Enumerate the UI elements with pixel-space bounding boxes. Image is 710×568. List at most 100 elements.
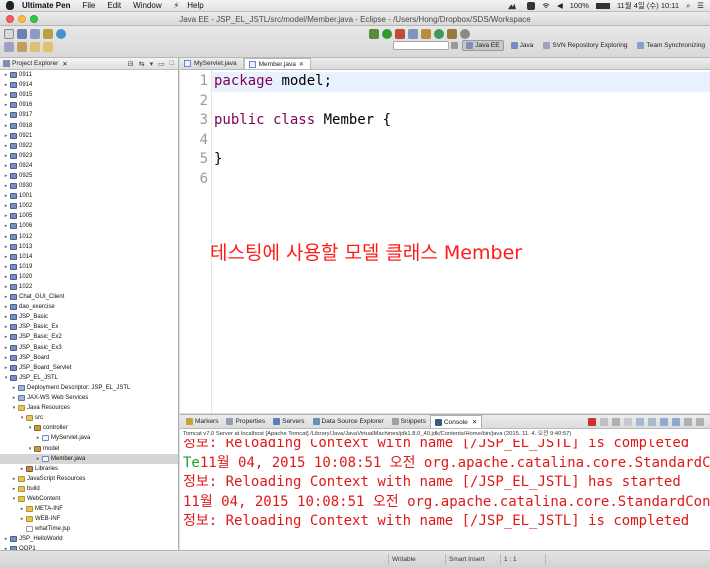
menu-file[interactable]: File bbox=[82, 1, 95, 10]
code-line[interactable]: package model; bbox=[214, 73, 332, 89]
tree-item[interactable]: ▸ Chat_GUI_Client bbox=[0, 292, 178, 302]
open-perspective-icon[interactable] bbox=[451, 42, 459, 49]
tree-item[interactable]: ▸ 0921 bbox=[0, 131, 178, 141]
expanded-arrow-icon[interactable]: ▾ bbox=[11, 496, 17, 502]
tree-item[interactable]: ▸ 0916 bbox=[0, 100, 178, 110]
collapsed-arrow-icon[interactable]: ▸ bbox=[3, 173, 9, 179]
volume-icon[interactable]: ◀ bbox=[557, 1, 563, 10]
tree-item[interactable]: ▸ 0915 bbox=[0, 90, 178, 100]
window-title-bar[interactable]: Java EE - JSP_EL_JSTL/src/model/Member.j… bbox=[0, 12, 710, 26]
tree-item[interactable]: ▸ Libraries bbox=[0, 464, 178, 474]
collapsed-arrow-icon[interactable]: ▸ bbox=[3, 153, 9, 159]
collapsed-arrow-icon[interactable]: ▸ bbox=[19, 506, 25, 512]
collapsed-arrow-icon[interactable]: ▸ bbox=[3, 72, 9, 78]
collapsed-arrow-icon[interactable]: ▸ bbox=[3, 284, 9, 290]
collapsed-arrow-icon[interactable]: ▸ bbox=[35, 456, 41, 462]
tree-item[interactable]: ▸ 1022 bbox=[0, 282, 178, 292]
tree-item[interactable]: ▸ JavaScript Resources bbox=[0, 474, 178, 484]
link-with-editor-icon[interactable]: ⇆ bbox=[139, 60, 145, 68]
code-line[interactable]: } bbox=[214, 151, 222, 167]
tab-properties[interactable]: Properties bbox=[222, 415, 269, 428]
tab-member-java[interactable]: Member.java ✕ bbox=[243, 58, 311, 69]
minimize-icon[interactable] bbox=[684, 417, 692, 426]
tree-item[interactable]: ▸ MyServlet.java bbox=[0, 433, 178, 443]
collapsed-arrow-icon[interactable]: ▸ bbox=[3, 234, 9, 240]
collapsed-arrow-icon[interactable]: ▸ bbox=[3, 345, 9, 351]
perspective-java[interactable]: Java bbox=[508, 41, 537, 50]
collapsed-arrow-icon[interactable]: ▸ bbox=[3, 112, 9, 118]
tree-item[interactable]: ▸ Deployment Descriptor: JSP_EL_JSTL bbox=[0, 383, 178, 393]
mountain-icon[interactable] bbox=[504, 2, 520, 10]
close-icon[interactable]: ✕ bbox=[299, 61, 304, 68]
back-icon[interactable] bbox=[30, 42, 40, 52]
tab-servers[interactable]: Servers bbox=[269, 415, 308, 428]
collapsed-arrow-icon[interactable]: ▸ bbox=[11, 476, 17, 482]
save-icon[interactable] bbox=[17, 29, 27, 39]
remove-all-icon[interactable] bbox=[612, 417, 620, 426]
project-explorer-tab[interactable]: Project Explorer ✕ bbox=[3, 60, 68, 68]
new-java-project-icon[interactable] bbox=[408, 29, 418, 39]
maximize-icon[interactable]: □ bbox=[170, 60, 174, 68]
tree-item[interactable]: ▸ JSP_Basic_Ex2 bbox=[0, 332, 178, 342]
tree-item[interactable]: ▸ JSP_Board bbox=[0, 353, 178, 363]
close-icon[interactable]: ✕ bbox=[62, 60, 67, 68]
collapsed-arrow-icon[interactable]: ▸ bbox=[3, 183, 9, 189]
forward-icon[interactable] bbox=[43, 42, 53, 52]
collapsed-arrow-icon[interactable]: ▸ bbox=[3, 304, 9, 310]
tree-item[interactable]: ▸ WEB-INF bbox=[0, 514, 178, 524]
menu-app-name[interactable]: Ultimate Pen bbox=[22, 1, 70, 10]
tab-markers[interactable]: Markers bbox=[182, 415, 222, 428]
collapsed-arrow-icon[interactable]: ▸ bbox=[3, 365, 9, 371]
collapsed-arrow-icon[interactable]: ▸ bbox=[3, 203, 9, 209]
collapsed-arrow-icon[interactable]: ▸ bbox=[3, 102, 9, 108]
tree-item[interactable]: ▸ 1005 bbox=[0, 211, 178, 221]
battery-icon[interactable] bbox=[595, 2, 610, 9]
collapsed-arrow-icon[interactable]: ▸ bbox=[3, 264, 9, 270]
tree-item[interactable]: ▸ 0924 bbox=[0, 161, 178, 171]
collapsed-arrow-icon[interactable]: ▸ bbox=[3, 223, 9, 229]
open-type-icon[interactable] bbox=[447, 29, 457, 39]
display-console-icon[interactable] bbox=[660, 417, 668, 426]
collapsed-arrow-icon[interactable]: ▸ bbox=[19, 516, 25, 522]
new-package-icon[interactable] bbox=[421, 29, 431, 39]
expanded-arrow-icon[interactable]: ▾ bbox=[3, 375, 9, 381]
tree-item[interactable]: ▸ 1001 bbox=[0, 191, 178, 201]
dropbox-icon[interactable] bbox=[526, 1, 535, 10]
tree-item[interactable]: ▸ 0930 bbox=[0, 181, 178, 191]
perspective-java-ee[interactable]: Java EE bbox=[462, 40, 504, 51]
tree-item[interactable]: ▾ controller bbox=[0, 423, 178, 433]
collapsed-arrow-icon[interactable]: ▸ bbox=[3, 213, 9, 219]
collapsed-arrow-icon[interactable]: ▸ bbox=[3, 314, 9, 320]
expanded-arrow-icon[interactable]: ▾ bbox=[19, 415, 25, 421]
scroll-lock-icon[interactable] bbox=[636, 417, 644, 426]
pin-console-icon[interactable] bbox=[648, 417, 656, 426]
server-icon[interactable] bbox=[43, 29, 53, 39]
minimize-icon[interactable]: ▭ bbox=[158, 60, 165, 68]
menu-clock[interactable]: 11월 4일 (수) 10:11 bbox=[617, 0, 679, 11]
tree-item[interactable]: ▸ 0922 bbox=[0, 141, 178, 151]
tree-item[interactable]: ▸ build bbox=[0, 484, 178, 494]
collapsed-arrow-icon[interactable]: ▸ bbox=[3, 334, 9, 340]
tree-item[interactable]: ▸ 0911 bbox=[0, 70, 178, 80]
collapsed-arrow-icon[interactable]: ▸ bbox=[3, 536, 9, 542]
expanded-arrow-icon[interactable]: ▾ bbox=[27, 425, 33, 431]
tree-item[interactable]: ▸ Member.java bbox=[0, 453, 178, 464]
tree-item[interactable]: ▸ JAX-WS Web Services bbox=[0, 393, 178, 403]
web-browser-icon[interactable] bbox=[56, 29, 66, 39]
tree-item[interactable]: ▸ 1020 bbox=[0, 272, 178, 282]
debug-icon[interactable] bbox=[369, 29, 379, 39]
tree-item[interactable]: ▸ 1012 bbox=[0, 232, 178, 242]
console-output[interactable]: 정보: Reloading Context with name [/JSP_EL… bbox=[180, 439, 710, 551]
lightning-icon[interactable]: ⚡ bbox=[174, 1, 180, 10]
collapsed-arrow-icon[interactable]: ▸ bbox=[3, 274, 9, 280]
tree-item[interactable]: ▸ 1019 bbox=[0, 262, 178, 272]
code-line[interactable]: public class Member { bbox=[214, 112, 391, 128]
open-console-icon[interactable] bbox=[672, 417, 680, 426]
collapsed-arrow-icon[interactable]: ▸ bbox=[3, 355, 9, 361]
view-menu-icon[interactable]: ▾ bbox=[150, 60, 154, 68]
maximize-icon[interactable] bbox=[696, 417, 704, 426]
tab-myservlet-java[interactable]: MyServlet.java bbox=[180, 58, 244, 69]
tree-item[interactable]: ▸ 1013 bbox=[0, 242, 178, 252]
tree-item[interactable]: ▸ JSP_Board_Servlet bbox=[0, 363, 178, 373]
collapsed-arrow-icon[interactable]: ▸ bbox=[19, 466, 25, 472]
